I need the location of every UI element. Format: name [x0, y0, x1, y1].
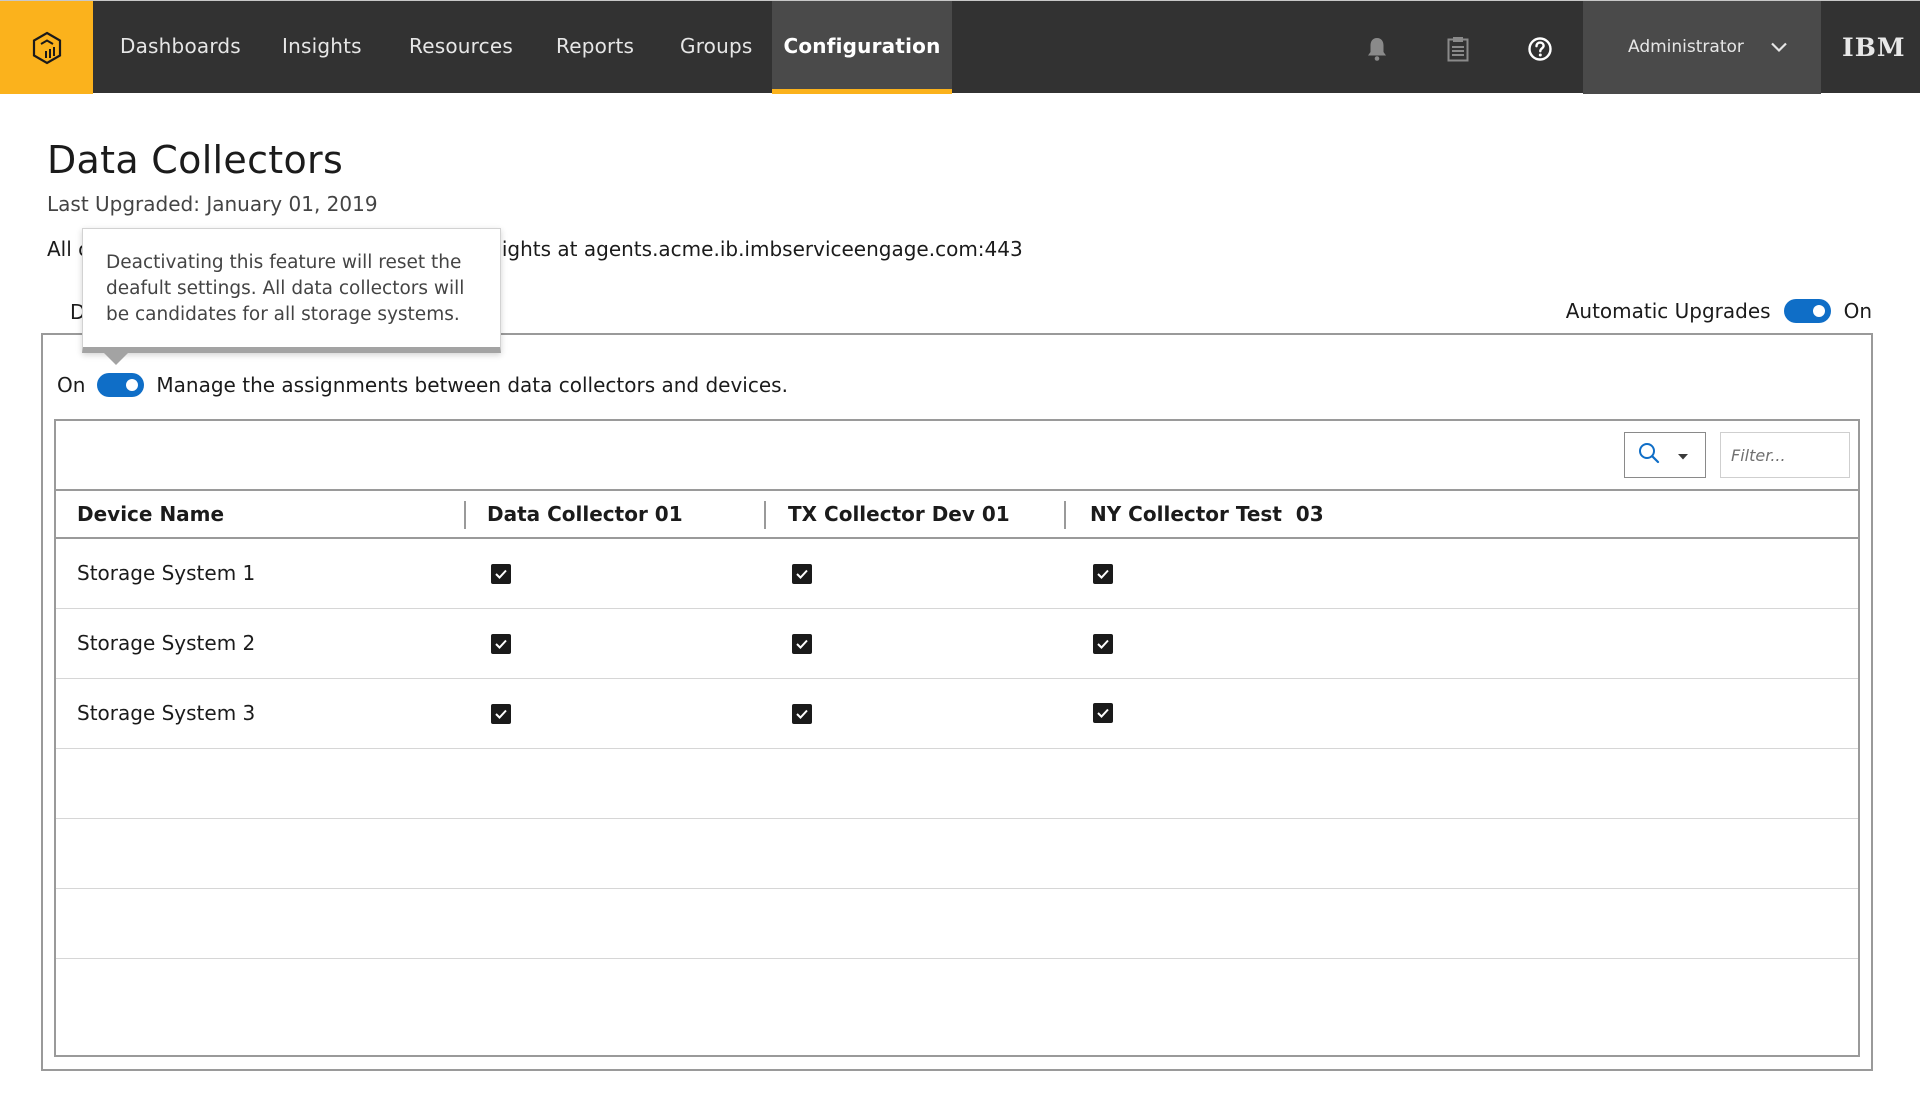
filter-input[interactable]	[1720, 432, 1850, 478]
ibm-logo: IBM	[1842, 33, 1906, 62]
table-row: Storage System 2	[56, 609, 1858, 679]
assignment-toggle[interactable]	[97, 373, 145, 397]
automatic-upgrades-state: On	[1843, 299, 1872, 323]
page-title: Data Collectors	[47, 138, 344, 182]
nav-resources[interactable]: Resources	[409, 1, 513, 94]
toggle-tooltip: Deactivating this feature will reset the…	[82, 228, 501, 353]
top-nav: Dashboards Insights Resources Reports Gr…	[0, 0, 1920, 94]
checkbox-checked[interactable]	[792, 704, 812, 724]
empty-row	[56, 959, 1858, 1029]
tooltip-caret	[103, 352, 129, 365]
agent-info-end: Insights at agents.acme.ib.imbserviceeng…	[472, 237, 1023, 261]
assignment-table: Device Name Data Collector 01 TX Collect…	[54, 419, 1860, 1057]
column-separator[interactable]	[764, 501, 766, 529]
table-header: Device Name Data Collector 01 TX Collect…	[56, 491, 1858, 539]
user-name: Administrator	[1628, 37, 1744, 57]
automatic-upgrades-label: Automatic Upgrades	[1565, 299, 1771, 323]
checkbox-checked[interactable]	[792, 634, 812, 654]
nav-reports[interactable]: Reports	[556, 1, 634, 94]
automatic-upgrades-toggle[interactable]	[1783, 299, 1831, 323]
table-row: Storage System 1	[56, 539, 1858, 609]
nav-groups[interactable]: Groups	[680, 1, 753, 94]
assignment-state: On	[57, 373, 86, 397]
nav-configuration[interactable]: Configuration	[772, 1, 952, 94]
table-toolbar	[56, 421, 1858, 491]
empty-row	[56, 819, 1858, 889]
search-icon	[1637, 441, 1661, 469]
empty-row	[56, 889, 1858, 959]
checkbox-checked[interactable]	[792, 564, 812, 584]
column-separator[interactable]	[464, 501, 466, 529]
checkbox-checked[interactable]	[491, 564, 511, 584]
assignment-toggle-row: On Manage the assignments between data c…	[57, 373, 788, 397]
app-logo-icon[interactable]	[0, 1, 93, 94]
table-row: Storage System 3	[56, 679, 1858, 749]
nav-insights[interactable]: Insights	[282, 1, 362, 94]
search-dropdown-button[interactable]	[1624, 432, 1706, 478]
column-header-device-name[interactable]: Device Name	[77, 491, 224, 537]
nav-dashboards[interactable]: Dashboards	[120, 1, 241, 94]
column-header-collector-3[interactable]: NY Collector Test 03	[1090, 491, 1324, 537]
checkbox-checked[interactable]	[491, 704, 511, 724]
assignment-label: Manage the assignments between data coll…	[156, 373, 788, 397]
automatic-upgrades: Automatic Upgrades On	[1566, 299, 1872, 323]
help-icon[interactable]	[1520, 29, 1560, 69]
user-menu[interactable]: Administrator	[1583, 1, 1821, 94]
clipboard-icon[interactable]	[1438, 29, 1478, 69]
column-header-collector-2[interactable]: TX Collector Dev 01	[788, 491, 1010, 537]
column-separator[interactable]	[1064, 501, 1066, 529]
empty-row	[56, 749, 1858, 819]
checkbox-checked[interactable]	[1093, 634, 1113, 654]
device-name-cell: Storage System 2	[77, 631, 256, 655]
caret-down-icon	[1677, 446, 1689, 465]
bell-icon[interactable]	[1357, 29, 1397, 69]
checkbox-checked[interactable]	[1093, 703, 1113, 723]
last-upgraded-text: Last Upgraded: January 01, 2019	[47, 192, 378, 216]
checkbox-checked[interactable]	[491, 634, 511, 654]
device-name-cell: Storage System 1	[77, 561, 256, 585]
device-name-cell: Storage System 3	[77, 701, 256, 725]
checkbox-checked[interactable]	[1093, 564, 1113, 584]
chevron-down-icon	[1769, 37, 1789, 61]
column-header-collector-1[interactable]: Data Collector 01	[487, 491, 683, 537]
